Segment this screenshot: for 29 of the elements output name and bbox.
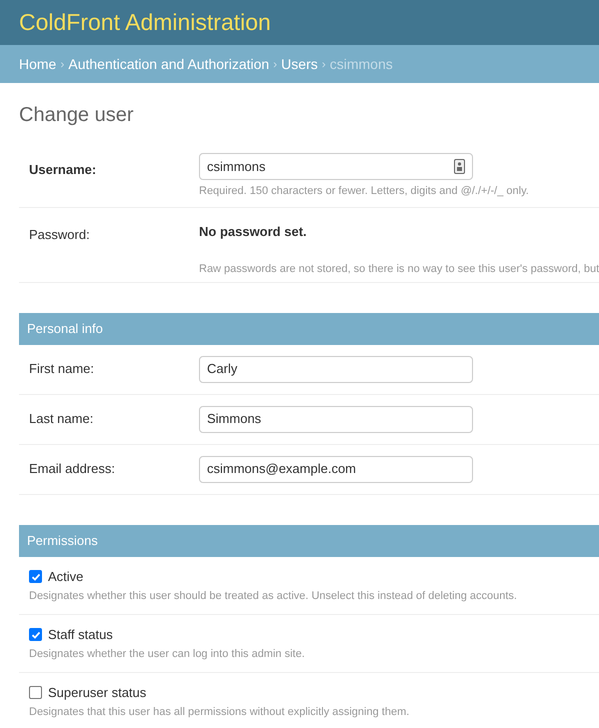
field-label: Password:	[28, 226, 91, 244]
section-header: Permissions	[19, 524, 599, 556]
help-text: Designates whether this user should be treated as active. Unselect this instead of deleting accounts.	[29, 588, 518, 602]
password-status: No password set.	[199, 223, 308, 241]
text-field[interactable]: csimmons@example.com	[199, 456, 473, 482]
checkbox-label[interactable]: Staff status	[48, 626, 113, 642]
contact-card-icon[interactable]	[454, 159, 465, 174]
help-text: Designates that this user has all permissions without explicitly assigning them.	[29, 704, 410, 718]
help-text: Designates whether the user can log into this admin site.	[29, 646, 306, 660]
page-heading: Change user	[19, 103, 135, 128]
text-field[interactable]: csimmons	[199, 153, 473, 180]
checkbox[interactable]	[29, 570, 42, 583]
field-label: First name:	[28, 360, 96, 378]
field-label: Last name:	[28, 410, 94, 428]
field-label: Username:	[28, 161, 98, 179]
checkbox-label[interactable]: Superuser status	[48, 684, 146, 700]
breadcrumb-separator: ›	[320, 56, 327, 73]
checkbox[interactable]	[29, 628, 42, 641]
text-field[interactable]: Simmons	[199, 406, 473, 432]
checkbox[interactable]	[29, 686, 42, 699]
checkbox-label[interactable]: Active	[48, 568, 84, 584]
breadcrumb-current: csimmons	[330, 54, 393, 74]
help-text: Required. 150 characters or fewer. Letters, digits and @/./+/-/_ only.	[199, 184, 529, 198]
help-text: Raw passwords are not stored, so there is no way to see this user's password, but	[199, 262, 599, 276]
breadcrumb-separator: ›	[272, 56, 278, 73]
section-header: Personal info	[19, 312, 599, 344]
text-field[interactable]: Carly	[199, 356, 473, 382]
breadcrumb-separator: ›	[59, 56, 66, 73]
field-label: Email address:	[28, 460, 116, 478]
